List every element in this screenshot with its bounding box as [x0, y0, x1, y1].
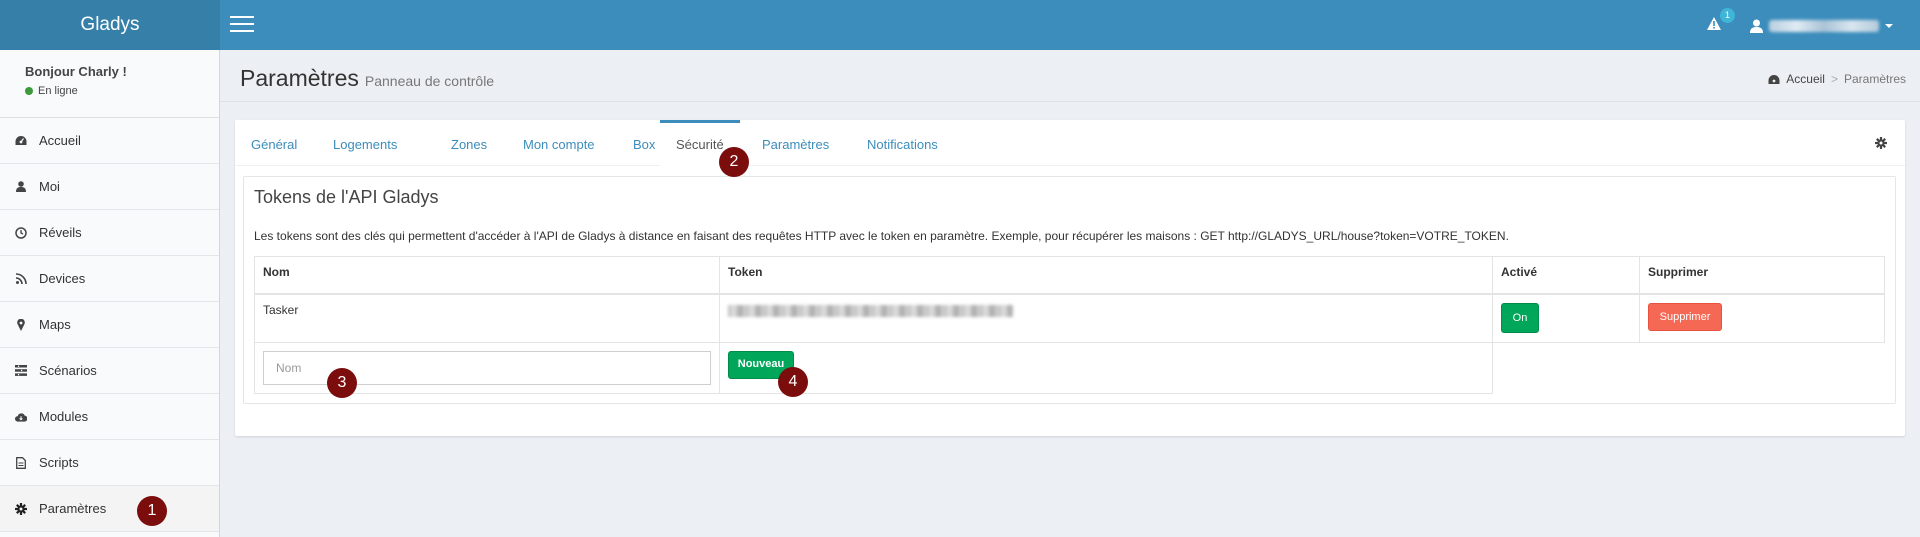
token-active-button[interactable]: On [1501, 302, 1539, 333]
user-panel: Bonjour Charly ! En ligne [0, 50, 219, 118]
map-marker-icon [15, 318, 27, 331]
tokens-table: Nom Token Activé Supprimer Tasker On Sup… [254, 256, 1885, 394]
chevron-down-icon [1885, 24, 1893, 28]
warning-icon [1707, 17, 1721, 30]
sidebar-item-label: Moi [39, 179, 60, 194]
sidebar-item-label: Modules [39, 409, 89, 424]
annotation-marker-1: 1 [137, 496, 167, 526]
table-row: Tasker On Supprimer [254, 293, 1885, 343]
token-name-cell: Tasker [254, 293, 720, 343]
file-icon [15, 456, 27, 469]
sidebar-item-label: Scripts [39, 455, 79, 470]
page-title: Paramètres Panneau de contrôle [240, 65, 494, 92]
content-header: Paramètres Panneau de contrôle Accueil > … [220, 50, 1920, 102]
sidebar-item-label: Réveils [39, 225, 82, 240]
annotation-marker-4: 4 [778, 367, 808, 397]
breadcrumb-home-link[interactable]: Accueil [1786, 72, 1825, 86]
sidebar-item-scripts[interactable]: Scripts [0, 440, 219, 486]
online-status: En ligne [25, 85, 219, 97]
token-active-cell: On [1492, 293, 1640, 343]
dashboard-icon [1768, 74, 1780, 84]
table-header-row: Nom Token Activé Supprimer [254, 256, 1885, 295]
page-subtitle: Panneau de contrôle [364, 73, 495, 89]
gear-icon [15, 502, 27, 515]
clock-icon [15, 226, 27, 239]
tab-general[interactable]: Général [235, 120, 313, 166]
token-delete-cell: Supprimer [1639, 293, 1885, 343]
sidebar-item-moi[interactable]: Moi [0, 164, 219, 210]
annotation-marker-2: 2 [719, 147, 749, 177]
page-title-text: Paramètres [240, 65, 359, 91]
notifications-button[interactable]: 1 [1705, 8, 1735, 38]
token-value-redacted [728, 304, 1013, 317]
sidebar-item-maps[interactable]: Maps [0, 302, 219, 348]
user-greeting: Bonjour Charly ! [25, 64, 127, 79]
sidebar-item-label: Scénarios [39, 363, 97, 378]
new-token-row: Nouveau [254, 342, 1885, 394]
annotation-marker-3: 3 [327, 368, 357, 398]
sidebar-menu: Accueil Moi Réveils Devices Maps Scénari… [0, 118, 219, 532]
api-tokens-panel: Tokens de l'API Gladys Les tokens sont d… [243, 176, 1896, 404]
status-dot-icon [25, 87, 33, 95]
dashboard-icon [15, 135, 27, 147]
breadcrumb-current: Paramètres [1843, 72, 1906, 86]
sidebar-item-accueil[interactable]: Accueil [0, 118, 219, 164]
tab-logements[interactable]: Logements [317, 120, 413, 166]
settings-box: Général Logements Zones Mon compte Box S… [235, 120, 1905, 436]
sidebar-item-parametres[interactable]: Paramètres [0, 486, 219, 532]
tab-notifications[interactable]: Notifications [851, 120, 954, 166]
user-icon [15, 181, 27, 193]
breadcrumb-separator: > [1830, 72, 1838, 86]
tab-zones[interactable]: Zones [435, 120, 503, 166]
column-header-supprimer: Supprimer [1639, 256, 1885, 295]
new-token-name-cell [254, 342, 720, 394]
token-value-cell [719, 293, 1493, 343]
sidebar-item-devices[interactable]: Devices [0, 256, 219, 302]
user-name-redacted [1769, 20, 1879, 32]
sidebar-item-label: Paramètres [39, 501, 107, 516]
panel-title: Tokens de l'API Gladys [254, 187, 439, 207]
column-header-nom: Nom [254, 256, 720, 295]
cloud-download-icon [15, 411, 27, 423]
status-label: En ligne [38, 85, 78, 97]
delete-token-button[interactable]: Supprimer [1648, 302, 1722, 331]
sidebar-item-reveils[interactable]: Réveils [0, 210, 219, 256]
sidebar-item-scenarios[interactable]: Scénarios [0, 348, 219, 394]
rss-icon [15, 273, 27, 285]
list-icon [15, 365, 27, 377]
gear-icon[interactable] [1875, 137, 1887, 152]
user-icon [1750, 19, 1763, 33]
tab-parametres[interactable]: Paramètres [746, 120, 845, 166]
column-header-token: Token [719, 256, 1493, 295]
notification-badge: 1 [1720, 8, 1735, 23]
settings-tabs: Général Logements Zones Mon compte Box S… [235, 120, 1905, 166]
hamburger-icon[interactable] [230, 16, 254, 34]
sidebar-item-label: Maps [39, 317, 71, 332]
breadcrumb: Accueil > Paramètres [1768, 72, 1906, 86]
sidebar-item-modules[interactable]: Modules [0, 394, 219, 440]
panel-description: Les tokens sont des clés qui permettent … [254, 229, 1509, 243]
column-header-active: Activé [1492, 256, 1640, 295]
tab-mon-compte[interactable]: Mon compte [507, 120, 611, 166]
sidebar: Bonjour Charly ! En ligne Accueil Moi Ré… [0, 50, 220, 537]
top-header: Gladys 1 [0, 0, 1920, 50]
sidebar-item-label: Accueil [39, 133, 81, 148]
brand-logo[interactable]: Gladys [0, 0, 220, 50]
new-token-action-cell: Nouveau [719, 342, 1493, 394]
user-menu[interactable] [1750, 16, 1893, 36]
sidebar-item-label: Devices [39, 271, 86, 286]
